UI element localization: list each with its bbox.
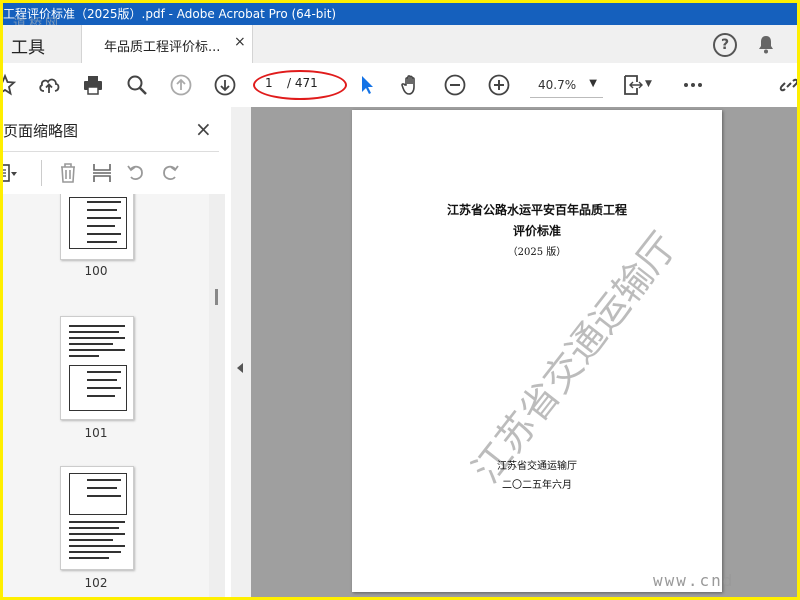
- acrobat-window: 工程评价标准（2025版）.pdf - Adobe Acrobat Pro (6…: [3, 3, 797, 597]
- document-date: 二〇二五年六月: [502, 480, 572, 491]
- document-title-line-2: 评价标准: [512, 224, 561, 238]
- pdf-page: 江苏省交通运输厅 江苏省公路水运平安百年品质工程 评价标准 （2025 版） 江…: [352, 110, 722, 592]
- close-panel-icon[interactable]: ×: [195, 117, 212, 141]
- title-bar: 工程评价标准（2025版）.pdf - Adobe Acrobat Pro (6…: [3, 3, 797, 25]
- hand-icon[interactable]: [399, 73, 423, 97]
- page-thumbnails-panel: 页面缩略图 × 100 101 102: [3, 107, 232, 597]
- link-icon[interactable]: [777, 73, 797, 97]
- chevron-down-icon: ▼: [589, 78, 597, 89]
- panel-title: 页面缩略图: [3, 122, 79, 140]
- scrollbar-thumb[interactable]: [215, 289, 218, 305]
- zoom-in-icon[interactable]: [487, 73, 511, 97]
- select-arrow-icon[interactable]: [355, 73, 379, 97]
- fit-page-icon[interactable]: [621, 73, 645, 97]
- extract-pages-icon[interactable]: [91, 162, 113, 184]
- collapse-arrow-icon: [237, 363, 243, 373]
- thumbnail-label-101: 101: [84, 426, 108, 440]
- search-icon[interactable]: [125, 73, 149, 97]
- thumbnail-label-102: 102: [84, 576, 108, 590]
- thumbnail-toolbar: [3, 151, 219, 195]
- panel-collapse-handle[interactable]: [231, 107, 251, 597]
- thumbnail-scrollbar[interactable]: [209, 194, 225, 597]
- zoom-out-icon[interactable]: [443, 73, 467, 97]
- fit-dropdown-icon[interactable]: ▼: [645, 79, 655, 103]
- toolbar-divider: [41, 160, 42, 186]
- print-icon[interactable]: [81, 73, 105, 97]
- document-edition: （2025 版）: [507, 247, 567, 258]
- close-tab-icon[interactable]: ×: [234, 34, 246, 50]
- corner-watermark: www.cnd: [653, 571, 735, 590]
- document-author: 江苏省交通运输厅: [497, 461, 577, 472]
- thumbnail-label-100: 100: [84, 264, 108, 278]
- star-icon[interactable]: [3, 73, 17, 97]
- options-menu-icon[interactable]: [3, 162, 17, 184]
- zoom-value: 40.7%: [538, 78, 577, 92]
- tab-document[interactable]: 年品质工程评价标... ×: [81, 25, 253, 63]
- upload-cloud-icon[interactable]: [37, 73, 61, 97]
- more-icon[interactable]: [681, 73, 705, 97]
- page-up-icon[interactable]: [169, 73, 193, 97]
- thumbnail-page-102[interactable]: [60, 466, 134, 570]
- delete-page-icon[interactable]: [57, 162, 79, 184]
- thumbnail-page-101[interactable]: [60, 316, 134, 420]
- thumbnail-list: 100 101 102: [3, 194, 209, 597]
- red-annotation-circle: [253, 70, 347, 100]
- thumbnail-page-100[interactable]: [60, 194, 134, 260]
- document-title-line-1: 江苏省公路水运平安百年品质工程: [446, 203, 627, 217]
- main-toolbar: 1 / 471 40.7% ▼ ▼: [3, 63, 797, 108]
- rotate-right-icon[interactable]: [159, 162, 181, 184]
- document-viewer[interactable]: 江苏省交通运输厅 江苏省公路水运平安百年品质工程 评价标准 （2025 版） 江…: [251, 107, 797, 597]
- tab-bar: 工具 年品质工程评价标... × ?: [3, 25, 797, 64]
- tab-document-label: 年品质工程评价标...: [104, 40, 221, 55]
- notification-bell-icon[interactable]: [755, 33, 777, 55]
- help-icon[interactable]: ?: [713, 33, 737, 57]
- page-down-icon[interactable]: [213, 73, 237, 97]
- rotate-left-icon[interactable]: [125, 162, 147, 184]
- zoom-level-select[interactable]: 40.7% ▼: [530, 73, 603, 98]
- tab-tools[interactable]: 工具: [11, 33, 45, 58]
